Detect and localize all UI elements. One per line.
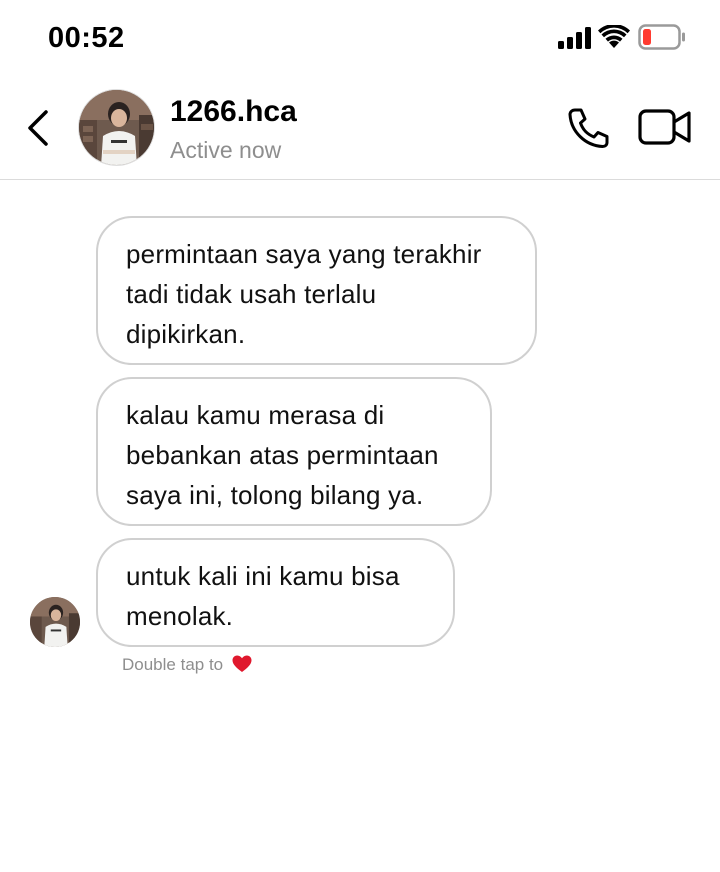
message-line: bebankan atas permintaan bbox=[126, 440, 439, 470]
message-bubble[interactable]: kalau kamu merasa di bebankan atas permi… bbox=[96, 377, 492, 526]
contact-status: Active now bbox=[170, 137, 282, 163]
chat-header: 1266.hca Active now bbox=[0, 76, 720, 180]
message-line: tadi tidak usah terlalu bbox=[126, 279, 377, 309]
contact-name[interactable]: 1266.hca bbox=[170, 95, 297, 129]
message-bubble[interactable]: untuk kali ini kamu bisa menolak. bbox=[96, 538, 455, 647]
wifi-icon bbox=[598, 25, 630, 48]
avatar-photo bbox=[30, 597, 80, 647]
sender-avatar[interactable] bbox=[30, 597, 80, 647]
chevron-left-icon[interactable] bbox=[24, 106, 56, 150]
status-time: 00:52 bbox=[48, 22, 125, 54]
message-line: permintaan saya yang terakhir bbox=[126, 239, 482, 269]
message-bubble[interactable]: permintaan saya yang terakhir tadi tidak… bbox=[96, 216, 537, 365]
message-line: untuk kali ini kamu bisa bbox=[126, 561, 400, 591]
contact-avatar[interactable] bbox=[78, 89, 155, 166]
message-line: dipikirkan. bbox=[126, 319, 246, 349]
message-line: menolak. bbox=[126, 601, 234, 631]
phone-icon[interactable] bbox=[566, 107, 610, 149]
double-tap-label: Double tap to bbox=[122, 655, 224, 674]
video-camera-icon[interactable] bbox=[638, 108, 692, 146]
avatar-photo bbox=[79, 90, 154, 165]
battery-low-icon bbox=[638, 24, 685, 50]
double-tap-hint: Double tap to bbox=[122, 655, 252, 675]
heart-icon bbox=[232, 655, 252, 672]
status-bar: 00:52 bbox=[0, 0, 720, 76]
message-line: kalau kamu merasa di bbox=[126, 400, 385, 430]
cellular-signal-icon bbox=[558, 27, 591, 49]
message-line: saya ini, tolong bilang ya. bbox=[126, 480, 424, 510]
